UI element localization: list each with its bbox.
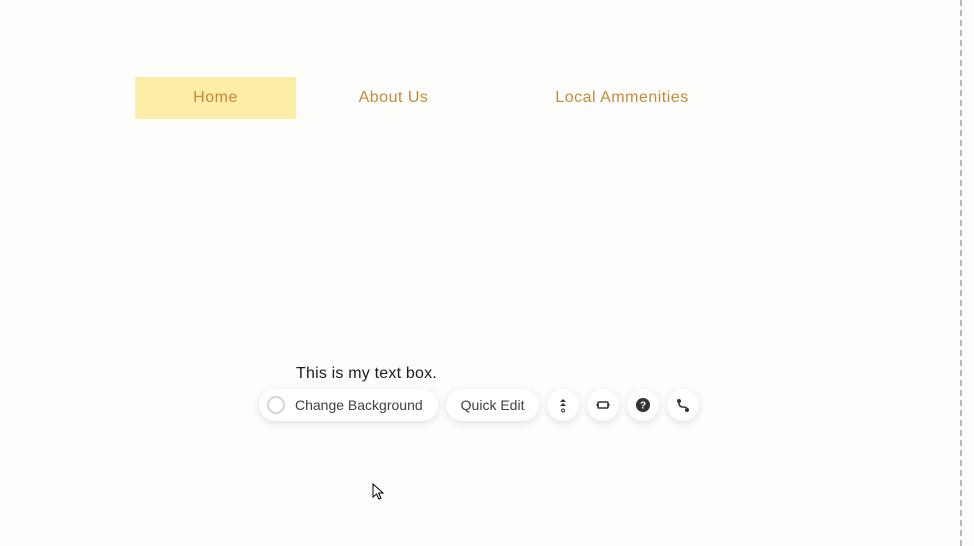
animation-icon — [675, 397, 691, 413]
help-icon: ? — [635, 397, 651, 413]
change-background-label: Change Background — [295, 397, 423, 413]
nav-item-about[interactable]: About Us — [296, 77, 491, 119]
nav-label-home: Home — [193, 89, 238, 107]
mouse-cursor — [372, 483, 386, 501]
scroll-effects-button[interactable] — [547, 389, 579, 421]
strip-toolbar: Change Background Quick Edit ? — [259, 389, 699, 421]
nav-label-about: About Us — [359, 89, 429, 107]
svg-text:?: ? — [640, 401, 646, 412]
editor-canvas[interactable]: Home About Us Local Ammenities This is m… — [0, 0, 962, 546]
stretch-button[interactable] — [587, 389, 619, 421]
nav-item-home[interactable]: Home — [135, 77, 296, 119]
animation-button[interactable] — [667, 389, 699, 421]
textbox-content[interactable]: This is my text box. — [296, 365, 437, 383]
nav-label-local: Local Ammenities — [555, 89, 688, 107]
color-ring-icon — [267, 396, 285, 414]
help-button[interactable]: ? — [627, 389, 659, 421]
nav-item-local[interactable]: Local Ammenities — [491, 77, 753, 119]
site-navigation: Home About Us Local Ammenities — [135, 77, 753, 119]
quick-edit-label: Quick Edit — [461, 397, 525, 413]
scroll-icon — [555, 397, 571, 413]
stretch-icon — [595, 397, 611, 413]
change-background-button[interactable]: Change Background — [259, 389, 438, 421]
quick-edit-button[interactable]: Quick Edit — [446, 389, 540, 421]
